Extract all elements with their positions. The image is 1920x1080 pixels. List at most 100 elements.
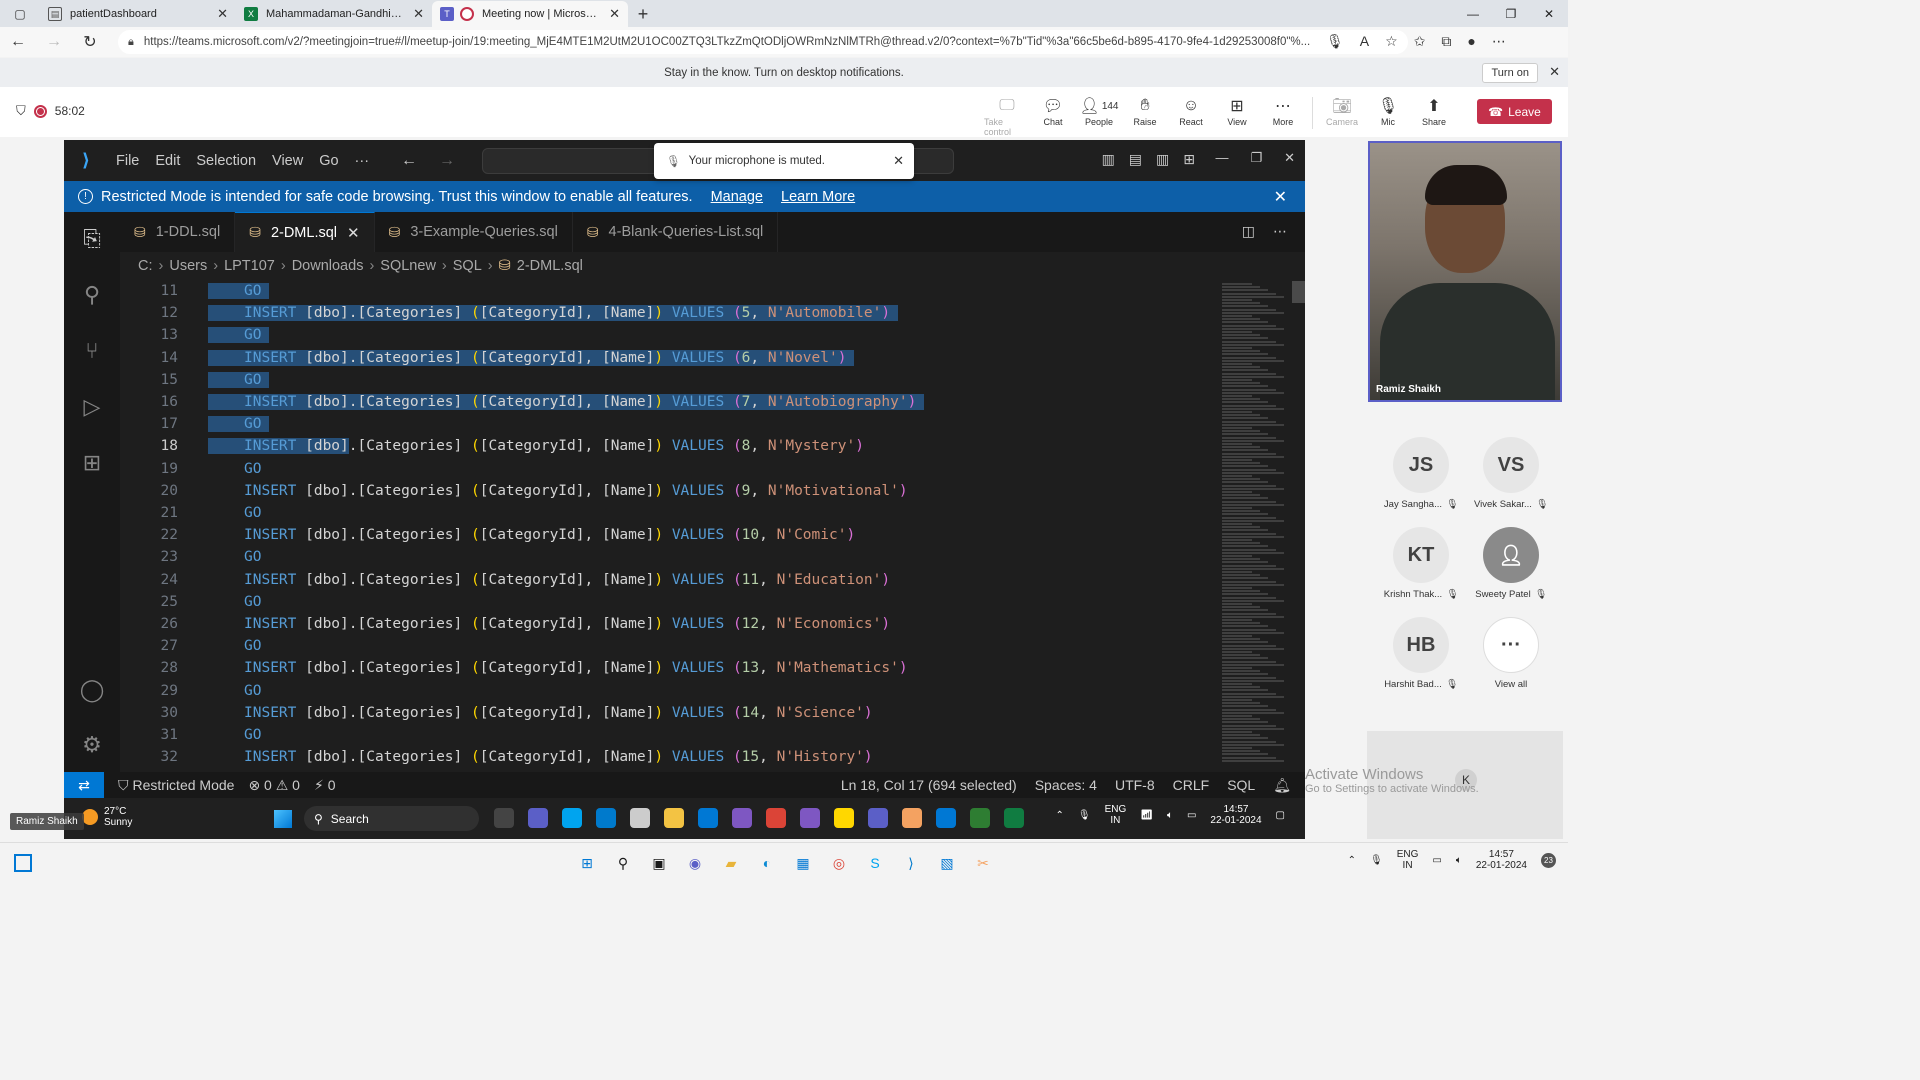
chat-icon[interactable]: ◉: [684, 852, 706, 874]
toggle-secondary-sidebar-icon[interactable]: ▥: [1156, 151, 1169, 168]
source-control-icon[interactable]: ⑂: [78, 337, 106, 365]
menu-icon[interactable]: ⋯: [1492, 33, 1506, 50]
back-icon[interactable]: ←: [401, 152, 417, 170]
collections-icon[interactable]: ⧉: [1441, 33, 1451, 50]
app-icon[interactable]: [630, 808, 650, 828]
browser-tab-teams[interactable]: T Meeting now | Microsoft Teams ✕: [432, 1, 628, 27]
code-line[interactable]: 12 INSERT [dbo].[Categories] ([CategoryId…: [120, 302, 1220, 324]
tab-2-dml[interactable]: ⛁ 2-DML.sql ✕: [235, 212, 375, 252]
learn-more-link[interactable]: Learn More: [781, 189, 855, 205]
close-icon[interactable]: ✕: [217, 6, 228, 22]
minimize-button[interactable]: —: [1454, 0, 1492, 27]
profile-icon[interactable]: ●: [1467, 33, 1475, 50]
breadcrumb-item[interactable]: SQL: [453, 258, 482, 274]
restore-button[interactable]: ❐: [1492, 0, 1530, 27]
new-tab-button[interactable]: +: [628, 1, 658, 27]
more-actions-icon[interactable]: ⋯: [1273, 223, 1287, 240]
forward-icon[interactable]: →: [36, 33, 72, 51]
wifi-icon[interactable]: 📶︎: [1140, 810, 1153, 821]
breadcrumb-item[interactable]: Downloads: [292, 258, 364, 274]
skype-icon[interactable]: [562, 808, 582, 828]
search-icon[interactable]: ⚲: [612, 852, 634, 874]
close-icon[interactable]: ✕: [1274, 187, 1287, 207]
teams-icon[interactable]: [528, 808, 548, 828]
code-line[interactable]: 27 GO: [120, 635, 1220, 657]
remote-desktop-icon[interactable]: ▧: [936, 852, 958, 874]
participant-tile[interactable]: JS Jay Sangha... 🎙︎: [1381, 437, 1461, 510]
leave-button[interactable]: ☎ Leave: [1477, 99, 1552, 124]
bell-icon[interactable]: 🔔︎: [1273, 777, 1291, 794]
code-line[interactable]: 13 GO: [120, 324, 1220, 346]
close-icon[interactable]: ✕: [609, 6, 620, 22]
back-icon[interactable]: ←: [0, 33, 36, 51]
breadcrumb-item[interactable]: Users: [169, 258, 207, 274]
people-button[interactable]: 👤︎ 144 People: [1076, 95, 1122, 137]
view-button[interactable]: ⊞ View: [1214, 95, 1260, 137]
chat-button[interactable]: 💬︎ Chat: [1030, 95, 1076, 137]
tab-4-blank-queries[interactable]: ⛁ 4-Blank-Queries-List.sql: [573, 212, 779, 252]
code-line[interactable]: 17 GO: [120, 413, 1220, 435]
favorites-icon[interactable]: ✩: [1414, 33, 1426, 50]
menu-view[interactable]: View: [264, 153, 311, 169]
volume-icon[interactable]: 🔈︎: [1167, 810, 1173, 821]
app-icon[interactable]: [902, 808, 922, 828]
take-control-button[interactable]: 🖵 Take control: [984, 95, 1030, 137]
code-line[interactable]: 28 INSERT [dbo]. [Categories] ([CategoryId…: [120, 657, 1220, 679]
code-line[interactable]: 20 INSERT [dbo]. [Categories] ([CategoryId…: [120, 480, 1220, 502]
store-icon[interactable]: ▦: [792, 852, 814, 874]
toggle-panel-icon[interactable]: ▤: [1129, 151, 1142, 168]
code-line[interactable]: 16 INSERT [dbo].[Categories] ([CategoryId…: [120, 391, 1220, 413]
teams-icon[interactable]: [868, 808, 888, 828]
line-ending[interactable]: CRLF: [1173, 777, 1210, 794]
visual-studio-icon[interactable]: [800, 808, 820, 828]
breadcrumb-item[interactable]: C:: [138, 258, 153, 274]
excel-icon[interactable]: [1004, 808, 1024, 828]
speaker-video[interactable]: Ramiz Shaikh: [1368, 141, 1562, 402]
visual-studio-icon[interactable]: [732, 808, 752, 828]
encoding[interactable]: UTF-8: [1115, 777, 1155, 794]
menu-go[interactable]: Go: [311, 153, 346, 169]
volume-icon[interactable]: 🔈︎: [1456, 855, 1462, 866]
cursor-position[interactable]: Ln 18, Col 17 (694 selected): [841, 777, 1017, 794]
minimize-button[interactable]: —: [1215, 150, 1228, 166]
close-window-button[interactable]: ✕: [1530, 0, 1568, 27]
code-line[interactable]: 31 GO: [120, 724, 1220, 746]
code-editor[interactable]: 32 INSERT [dbo]. [Categories] ([CategoryId…: [120, 279, 1305, 772]
browser-tab-patient-dashboard[interactable]: ▤ patientDashboard ✕: [40, 1, 236, 27]
chevron-up-icon[interactable]: ⌃: [1055, 810, 1063, 821]
raise-hand-button[interactable]: ✋︎ Raise: [1122, 95, 1168, 137]
gear-icon[interactable]: ⚙: [78, 731, 106, 759]
minimap[interactable]: [1218, 279, 1288, 772]
language-mode[interactable]: SQL: [1227, 777, 1255, 794]
participant-tile[interactable]: 👤︎ Sweety Patel 🎙︎: [1471, 527, 1551, 600]
url-input[interactable]: 🔒︎ https://teams.microsoft.com/v2/?meeti…: [118, 30, 1408, 54]
read-aloud-icon[interactable]: A: [1360, 33, 1369, 50]
lock-icon[interactable]: 🔒︎: [128, 36, 134, 49]
windows-start-icon[interactable]: [274, 810, 292, 828]
split-editor-icon[interactable]: ◫: [1242, 223, 1255, 240]
more-button[interactable]: ⋯ More: [1260, 95, 1306, 137]
skype-icon[interactable]: S: [864, 852, 886, 874]
notification-icon[interactable]: ▢: [1276, 810, 1285, 821]
tab-actions-icon[interactable]: ▢: [0, 0, 40, 27]
manage-link[interactable]: Manage: [711, 189, 763, 205]
account-icon[interactable]: ◯: [78, 676, 106, 704]
code-line[interactable]: 18 INSERT [dbo]. [Categories] ([CategoryId…: [120, 435, 1220, 457]
favorite-icon[interactable]: ☆: [1385, 33, 1398, 50]
app-icon[interactable]: ✂: [972, 852, 994, 874]
menu-selection[interactable]: Selection: [188, 153, 264, 169]
mic-button[interactable]: 🎙︎ Mic: [1365, 95, 1411, 137]
search-icon[interactable]: ⚲: [78, 281, 106, 309]
refresh-icon[interactable]: ↻: [72, 32, 108, 52]
breadcrumb-item[interactable]: 2-DML.sql: [517, 258, 583, 274]
code-line[interactable]: 23 GO: [120, 546, 1220, 568]
problems-status[interactable]: ⊗ 0 ⚠ 0: [248, 777, 300, 794]
task-view-icon[interactable]: ▣: [648, 852, 670, 874]
extensions-icon[interactable]: ⊞: [78, 449, 106, 477]
edge-icon[interactable]: ◐: [756, 852, 778, 874]
code-line[interactable]: 32 INSERT [dbo]. [Categories] ([CategoryId…: [120, 746, 1220, 768]
view-all-button[interactable]: ··· View all: [1471, 617, 1551, 690]
customize-layout-icon[interactable]: ⊞: [1183, 151, 1195, 168]
app-icon[interactable]: [970, 808, 990, 828]
chevron-up-icon[interactable]: ⌃: [1348, 855, 1356, 866]
